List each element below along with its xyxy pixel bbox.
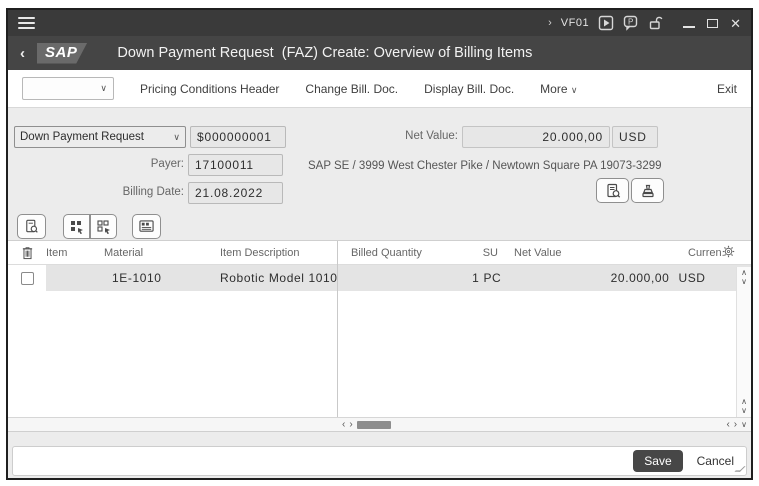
run-transaction-icon[interactable] [598, 15, 614, 31]
page-title: Down Payment Request (FAZ) Create: Overv… [117, 45, 533, 61]
table-vertical-scrollbar[interactable]: ∧ ∨ ∧ ∨ [736, 267, 751, 417]
close-button[interactable]: ✕ [730, 17, 741, 30]
scroll-up-icon[interactable]: ∧ [741, 398, 747, 406]
cell-description: Robotic Model 1010 [220, 271, 338, 285]
unlock-icon[interactable] [648, 15, 664, 31]
deselect-all-items-button[interactable] [90, 214, 117, 239]
net-value-field: 20.000,00 [462, 126, 610, 148]
cell-net-value: 20.000,00 [610, 271, 670, 285]
scrollbar-thumb[interactable] [356, 420, 391, 429]
chevron-down-icon: ∨ [173, 131, 180, 142]
scroll-up-icon[interactable]: ∧ [741, 269, 747, 277]
column-header-net-value[interactable]: Net Value [502, 247, 652, 259]
scroll-right-icon[interactable]: › [349, 419, 352, 430]
hamburger-menu-icon[interactable] [18, 17, 35, 29]
menu-toolbar: ∨ Pricing Conditions Header Change Bill.… [8, 70, 751, 108]
row-select-cell [8, 265, 46, 291]
document-type-dropdown[interactable]: Down Payment Request ∨ [14, 126, 186, 148]
app-window: › VF01 P ✕ ‹ SAP Down Payment Request (F… [6, 8, 753, 480]
window-titlebar: › VF01 P ✕ [8, 10, 751, 36]
resize-grip[interactable] [734, 466, 746, 472]
chevron-down-icon: ∨ [100, 83, 107, 93]
item-details-icon [139, 220, 154, 232]
stamp-icon [641, 184, 654, 197]
table-header-row: Item Material Item Description Billed Qu… [8, 241, 751, 265]
cell-su: PC [483, 271, 502, 285]
item-detail-search-button[interactable] [17, 214, 46, 239]
column-header-billed-quantity[interactable]: Billed Quantity [337, 247, 462, 259]
gui-session-icon[interactable]: P [623, 15, 639, 31]
document-search-icon [606, 183, 620, 198]
footer-bar: Save Cancel [12, 446, 747, 476]
sap-logo: SAP [37, 42, 88, 64]
cell-billed-quantity: 1 [472, 271, 480, 285]
column-header-su[interactable]: SU [462, 247, 502, 259]
release-to-accounting-button[interactable] [631, 178, 664, 203]
back-chevron-icon[interactable]: ‹ [20, 45, 25, 62]
trash-icon [22, 246, 32, 259]
row-checkbox[interactable] [20, 271, 34, 285]
display-bill-doc-button[interactable]: Display Bill. Doc. [424, 82, 514, 96]
chevron-down-icon: ∨ [570, 84, 578, 95]
display-document-header-button[interactable] [596, 178, 629, 203]
pricing-conditions-header-button[interactable]: Pricing Conditions Header [140, 82, 279, 96]
scroll-left-icon[interactable]: ‹ [726, 419, 729, 430]
select-all-items-button[interactable] [63, 214, 90, 239]
table-pane-divider [337, 241, 338, 417]
command-combobox[interactable]: ∨ [22, 77, 114, 100]
nav-chevron-icon[interactable]: › [548, 17, 552, 29]
document-number-field[interactable]: $000000001 [190, 126, 286, 148]
payer-label: Payer: [150, 158, 184, 170]
minimize-button[interactable] [683, 26, 696, 28]
cancel-button[interactable]: Cancel [697, 454, 734, 468]
gear-icon [722, 245, 735, 258]
change-bill-doc-button[interactable]: Change Bill. Doc. [305, 82, 398, 96]
item-details-button[interactable] [132, 214, 161, 239]
select-all-icon [70, 220, 83, 234]
save-button[interactable]: Save [633, 450, 683, 472]
exit-button[interactable]: Exit [717, 82, 737, 96]
payer-field[interactable]: 17100011 [188, 154, 283, 176]
column-header-description[interactable]: Item Description [220, 247, 337, 259]
document-search-icon [26, 219, 38, 233]
content-area: Down Payment Request ∨ $000000001 Net Va… [8, 108, 751, 478]
svg-text:P: P [628, 18, 633, 27]
more-menu-button[interactable]: More ∨ [540, 82, 577, 96]
net-value-currency-field: USD [612, 126, 658, 148]
maximize-button[interactable] [707, 18, 719, 28]
scroll-left-icon[interactable]: ‹ [342, 419, 345, 430]
scroll-down-icon[interactable]: ∨ [741, 278, 747, 286]
scroll-down-icon[interactable]: ∨ [741, 407, 747, 415]
cell-currency: USD [678, 271, 706, 285]
net-value-label: Net Value: [405, 130, 458, 142]
scroll-right-icon[interactable]: › [734, 419, 737, 430]
cell-material: 1E-1010 [112, 271, 162, 285]
table-settings-button[interactable] [722, 245, 735, 263]
table-row[interactable]: 1E-1010 Robotic Model 1010 1 PC 20.000,0… [8, 265, 751, 291]
column-header-item[interactable]: Item [46, 247, 104, 259]
column-header-currency[interactable]: Curren... [652, 247, 724, 259]
billing-items-table: Item Material Item Description Billed Qu… [8, 240, 751, 432]
table-horizontal-scrollbar[interactable]: ‹ › ‹ › ∨ [8, 417, 751, 431]
billing-date-field[interactable]: 21.08.2022 [188, 182, 283, 204]
billing-date-label: Billing Date: [122, 186, 184, 198]
scroll-down-icon[interactable]: ∨ [741, 420, 747, 430]
column-header-material[interactable]: Material [104, 247, 220, 259]
delete-column-header[interactable] [8, 246, 46, 260]
document-type-value: Down Payment Request [20, 131, 145, 143]
transaction-code: VF01 [560, 17, 590, 29]
deselect-all-icon [96, 219, 110, 234]
payer-address: SAP SE / 3999 West Chester Pike / Newtow… [308, 160, 662, 172]
app-header: ‹ SAP Down Payment Request (FAZ) Create:… [8, 36, 751, 70]
